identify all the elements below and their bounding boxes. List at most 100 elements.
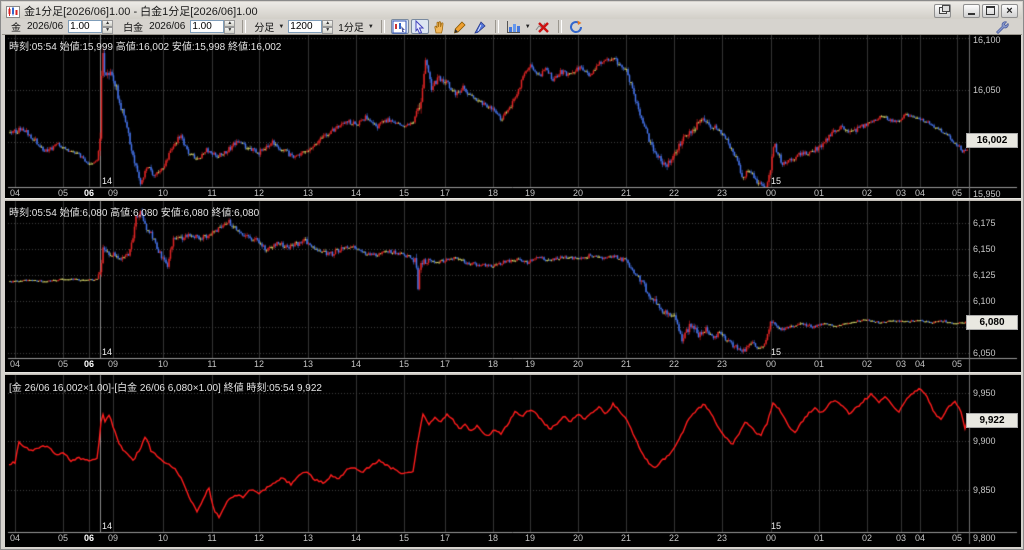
x-axis-label: 01 bbox=[813, 533, 825, 543]
toolbar-separator bbox=[242, 20, 247, 33]
x-axis-label: 04 bbox=[914, 188, 926, 198]
spread-formula-info: [金 26/06 16,002×1.00]-[白金 26/06 6,080×1.… bbox=[9, 383, 322, 394]
y-axis-label: 9,900 bbox=[973, 436, 996, 446]
y-axis-label: 9,800 bbox=[973, 533, 996, 543]
chevron-down-icon[interactable]: ▼ bbox=[278, 24, 284, 30]
x-axis-label: 11 bbox=[207, 359, 217, 369]
wrench-icon bbox=[995, 20, 1009, 34]
spread-last-price-badge: 9,922 bbox=[966, 413, 1018, 428]
bar-chart-button[interactable] bbox=[505, 19, 523, 34]
x-axis-label: 21 bbox=[620, 533, 632, 543]
x-axis-label: 05 bbox=[57, 188, 69, 198]
x-axis-label: 13 bbox=[302, 188, 314, 198]
panel-separator[interactable] bbox=[5, 198, 1021, 201]
minimize-button[interactable] bbox=[963, 3, 980, 18]
x-axis-label: 11 bbox=[207, 533, 217, 543]
x-axis-label: 05 bbox=[951, 533, 963, 543]
pen-draw-button[interactable] bbox=[471, 19, 489, 34]
x-axis-label: 18 bbox=[487, 188, 499, 198]
maximize-button[interactable] bbox=[982, 3, 999, 18]
gold-last-price-badge: 16,002 bbox=[966, 133, 1018, 148]
settings-wrench-button[interactable] bbox=[992, 19, 1010, 34]
x-axis-label: 14 bbox=[350, 533, 362, 543]
platinum-multiplier-spinner: ▲▼ bbox=[190, 20, 236, 34]
gold-multiplier-input[interactable] bbox=[68, 20, 103, 33]
platinum-multiplier-input[interactable] bbox=[190, 20, 225, 33]
titlebar[interactable]: 金1分足[2026/06]1.00 - 白金1分足[2026/06]1.00 × bbox=[2, 2, 1022, 19]
cursor-icon bbox=[415, 19, 425, 34]
x-axis-label: 21 bbox=[620, 188, 632, 198]
x-axis-label: 10 bbox=[157, 188, 169, 198]
chart-canvas[interactable] bbox=[5, 35, 1021, 547]
x-axis-label: 04 bbox=[914, 359, 926, 369]
bar-count-input[interactable] bbox=[288, 20, 323, 33]
gold-contract: 2026/06 bbox=[27, 21, 64, 32]
day-label: 15 bbox=[771, 176, 782, 186]
x-axis-label: 17 bbox=[439, 533, 451, 543]
x-axis-label: 19 bbox=[524, 359, 536, 369]
toolbar: 金 2026/06 ▲▼ 白金 2026/06 ▲▼ 分足 ▼ ▲▼ 1分足 ▼ bbox=[2, 19, 1022, 35]
gold-ohlc-info: 時刻:05:54 始値:15,999 高値:16,002 安値:15,998 終… bbox=[9, 42, 282, 53]
panel-separator[interactable] bbox=[5, 372, 1021, 375]
y-axis-label: 9,950 bbox=[973, 388, 996, 398]
x-axis-label: 17 bbox=[439, 188, 451, 198]
x-axis-label: 17 bbox=[439, 359, 451, 369]
x-axis-label: 03 bbox=[895, 533, 907, 543]
x-axis-label: 06 bbox=[83, 188, 95, 198]
x-axis-label: 21 bbox=[620, 359, 632, 369]
x-axis-label: 00 bbox=[765, 188, 777, 198]
pencil-icon bbox=[454, 20, 466, 33]
select-cursor-button[interactable] bbox=[410, 19, 429, 34]
delete-icon bbox=[535, 21, 550, 33]
pencil-draw-button[interactable] bbox=[451, 19, 469, 34]
chevron-down-icon[interactable]: ▼ bbox=[368, 24, 374, 30]
x-axis-label: 23 bbox=[716, 359, 728, 369]
x-axis-label: 09 bbox=[107, 359, 119, 369]
minimize-icon bbox=[968, 12, 975, 15]
chevron-down-icon[interactable]: ▼ bbox=[525, 24, 531, 30]
period-type-dropdown[interactable]: 分足 bbox=[254, 19, 274, 34]
chart-mode-button[interactable] bbox=[390, 19, 409, 34]
x-axis-label: 05 bbox=[951, 359, 963, 369]
spin-up-icon[interactable]: ▲ bbox=[322, 20, 334, 27]
x-axis-label: 18 bbox=[487, 533, 499, 543]
x-axis-label: 20 bbox=[572, 359, 584, 369]
x-axis-label: 10 bbox=[157, 359, 169, 369]
float-icon bbox=[938, 5, 950, 14]
x-axis-label: 12 bbox=[253, 188, 265, 198]
x-axis-label: 01 bbox=[813, 188, 825, 198]
x-axis-label: 11 bbox=[207, 188, 217, 198]
close-button[interactable]: × bbox=[1001, 3, 1018, 18]
chart-mode-icon bbox=[392, 20, 407, 33]
spin-up-icon[interactable]: ▲ bbox=[102, 20, 114, 27]
x-axis-label: 14 bbox=[350, 359, 362, 369]
delete-drawing-button[interactable] bbox=[534, 19, 552, 34]
float-window-button[interactable] bbox=[934, 3, 951, 18]
y-axis-label: 6,125 bbox=[973, 270, 996, 280]
spin-down-icon[interactable]: ▼ bbox=[322, 27, 334, 34]
x-axis-label: 04 bbox=[9, 188, 21, 198]
x-axis-label: 22 bbox=[668, 188, 680, 198]
x-axis-label: 05 bbox=[57, 359, 69, 369]
x-axis-label: 03 bbox=[895, 188, 907, 198]
spin-down-icon[interactable]: ▼ bbox=[224, 27, 236, 34]
x-axis-label: 03 bbox=[895, 359, 907, 369]
x-axis-label: 05 bbox=[57, 533, 69, 543]
day-label: 14 bbox=[102, 176, 113, 186]
timeframe-dropdown[interactable]: 1分足 bbox=[338, 19, 364, 34]
x-axis-label: 05 bbox=[951, 188, 963, 198]
app-window: 金1分足[2026/06]1.00 - 白金1分足[2026/06]1.00 ×… bbox=[0, 0, 1024, 550]
spin-up-icon[interactable]: ▲ bbox=[224, 20, 236, 27]
x-axis-label: 02 bbox=[861, 188, 873, 198]
pen-icon bbox=[474, 20, 486, 34]
y-axis-label: 6,150 bbox=[973, 244, 996, 254]
platinum-contract: 2026/06 bbox=[149, 21, 186, 32]
x-axis-label: 13 bbox=[302, 533, 314, 543]
x-axis-label: 15 bbox=[398, 188, 410, 198]
spin-down-icon[interactable]: ▼ bbox=[102, 27, 114, 34]
x-axis-label: 23 bbox=[716, 188, 728, 198]
refresh-button[interactable] bbox=[568, 19, 586, 34]
day-label: 14 bbox=[102, 347, 113, 357]
platinum-last-price-badge: 6,080 bbox=[966, 315, 1018, 330]
hand-pan-button[interactable] bbox=[431, 19, 449, 34]
